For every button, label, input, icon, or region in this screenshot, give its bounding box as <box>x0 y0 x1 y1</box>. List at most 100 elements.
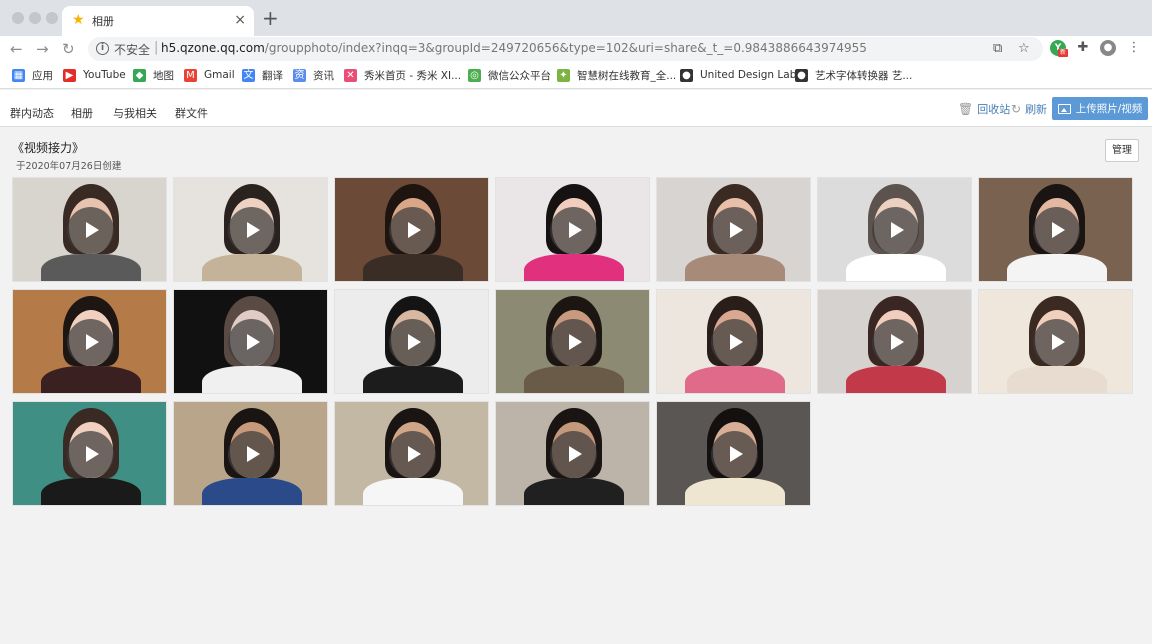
nav-album[interactable]: 相册 <box>71 105 93 121</box>
video-thumbnail[interactable] <box>495 401 650 506</box>
video-thumbnail[interactable] <box>656 177 811 282</box>
bookmark-item[interactable]: ● 艺术字体转换器 艺... <box>795 67 912 83</box>
bookmark-label: 翻译 <box>262 69 283 82</box>
nav-group-files[interactable]: 群文件 <box>175 105 208 121</box>
play-icon[interactable] <box>711 207 758 254</box>
address-bar[interactable]: i 不安全 | h5.qzone.qq.com/groupphoto/index… <box>88 37 1043 61</box>
play-icon[interactable] <box>550 319 597 366</box>
play-icon[interactable] <box>67 319 114 366</box>
bookmark-item[interactable]: 文翻译 <box>242 67 283 83</box>
tab-close-icon[interactable]: × <box>234 12 246 28</box>
play-icon[interactable] <box>389 207 436 254</box>
url-separator: | <box>154 40 159 55</box>
video-thumbnail[interactable] <box>12 401 167 506</box>
play-icon[interactable] <box>228 319 275 366</box>
recycle-bin-button[interactable]: 🗑 回收站 <box>958 101 1010 117</box>
play-icon[interactable] <box>389 431 436 478</box>
play-icon[interactable] <box>228 207 275 254</box>
bookmark-item[interactable]: ◎ 微信公众平台 <box>468 67 551 83</box>
extensions-puzzle-icon[interactable]: ✚ <box>1075 40 1091 56</box>
extension-blocked-icon[interactable]: ⧉ <box>993 41 1002 57</box>
reload-icon[interactable]: ↻ <box>62 40 75 58</box>
video-thumbnail[interactable] <box>495 289 650 394</box>
bookmark-item[interactable]: ✕ 秀米首页 - 秀米 XI... <box>344 67 461 83</box>
play-icon[interactable] <box>1033 207 1080 254</box>
browser-tab-active[interactable]: ★ 相册 × <box>62 6 254 36</box>
bookmark-item[interactable]: ● United Design Lab <box>680 67 796 83</box>
video-thumbnail[interactable] <box>495 177 650 282</box>
bookmark-label: 资讯 <box>313 69 334 82</box>
play-icon[interactable] <box>1033 319 1080 366</box>
thumbnail-figure-body <box>41 366 141 393</box>
url-host: h5.qzone.qq.com <box>161 41 265 55</box>
bookmark-star-icon[interactable]: ☆ <box>1018 41 1030 57</box>
play-icon[interactable] <box>711 319 758 366</box>
video-thumbnail[interactable] <box>12 289 167 394</box>
video-thumbnail[interactable] <box>656 289 811 394</box>
thumbnail-figure-body <box>41 478 141 505</box>
url-text[interactable]: h5.qzone.qq.com/groupphoto/index?inqq=3&… <box>161 41 867 55</box>
refresh-button[interactable]: ↻ 刷新 <box>1011 101 1047 117</box>
play-icon[interactable] <box>67 207 114 254</box>
video-thumbnail[interactable] <box>334 177 489 282</box>
gmail-icon: M <box>184 68 197 82</box>
bookmark-label: 微信公众平台 <box>488 69 551 82</box>
play-icon[interactable] <box>550 431 597 478</box>
play-icon[interactable] <box>711 431 758 478</box>
video-thumbnail[interactable] <box>978 289 1133 394</box>
back-arrow-icon[interactable]: ← <box>10 40 23 58</box>
nav-group-feed[interactable]: 群内动态 <box>10 105 54 121</box>
wechat-icon: ◎ <box>468 68 481 82</box>
thumbnail-figure-body <box>41 254 141 281</box>
translate-icon: 文 <box>242 68 255 82</box>
bookmark-label: 地图 <box>153 69 174 82</box>
play-icon[interactable] <box>389 319 436 366</box>
video-thumbnail[interactable] <box>173 177 328 282</box>
video-thumbnail[interactable] <box>334 401 489 506</box>
bookmark-item[interactable]: ▦ 应用 <box>12 67 53 83</box>
bookmark-item[interactable]: ◆ 地图 <box>133 67 174 83</box>
video-thumbnail[interactable] <box>656 401 811 506</box>
play-icon[interactable] <box>228 431 275 478</box>
window-zoom-button[interactable] <box>46 12 58 24</box>
browser-titlebar: ★ 相册 × + <box>0 0 1152 36</box>
refresh-label: 刷新 <box>1025 103 1048 116</box>
thumbnail-figure-body <box>363 478 463 505</box>
bookmark-item[interactable]: ✦ 智慧树在线教育_全... <box>557 67 676 83</box>
forward-arrow-icon[interactable]: → <box>36 40 49 58</box>
nav-related-to-me[interactable]: 与我相关 <box>113 105 157 121</box>
play-icon[interactable] <box>872 319 919 366</box>
bookmark-item[interactable]: M Gmail <box>184 67 235 83</box>
apps-grid-icon: ▦ <box>12 68 25 82</box>
photo-upload-icon <box>1057 103 1071 114</box>
window-close-button[interactable] <box>12 12 24 24</box>
new-tab-plus-icon[interactable]: + <box>262 8 279 28</box>
menu-kebab-icon[interactable]: ⋮ <box>1126 40 1142 56</box>
zhihuishu-icon: ✦ <box>557 68 570 82</box>
info-icon[interactable]: i <box>96 42 109 55</box>
video-thumbnail[interactable] <box>334 289 489 394</box>
profile-avatar-icon[interactable]: ● <box>1100 40 1116 56</box>
video-thumbnail[interactable] <box>12 177 167 282</box>
thumbnail-figure-body <box>524 254 624 281</box>
bookmark-label: United Design Lab <box>700 69 797 81</box>
thumbnail-figure-body <box>1007 366 1107 393</box>
video-thumbnail[interactable] <box>817 289 972 394</box>
bookmark-item[interactable]: 资资讯 <box>293 67 334 83</box>
video-thumbnail[interactable] <box>817 177 972 282</box>
upload-media-button[interactable]: 上传照片/视频 <box>1052 97 1148 120</box>
manage-button[interactable]: 管理 <box>1105 139 1139 162</box>
window-minimize-button[interactable] <box>29 12 41 24</box>
play-icon[interactable] <box>67 431 114 478</box>
video-thumbnail[interactable] <box>173 401 328 506</box>
video-thumbnail[interactable] <box>173 289 328 394</box>
bookmark-label: 智慧树在线教育_全... <box>577 69 677 82</box>
thumbnail-figure-body <box>685 366 785 393</box>
bookmark-item[interactable]: ▶ YouTube <box>63 67 126 83</box>
bookmark-label: 艺术字体转换器 艺... <box>815 69 913 82</box>
thumbnail-figure-body <box>524 478 624 505</box>
video-thumbnail[interactable] <box>978 177 1133 282</box>
refresh-icon: ↻ <box>1011 102 1022 116</box>
play-icon[interactable] <box>550 207 597 254</box>
play-icon[interactable] <box>872 207 919 254</box>
